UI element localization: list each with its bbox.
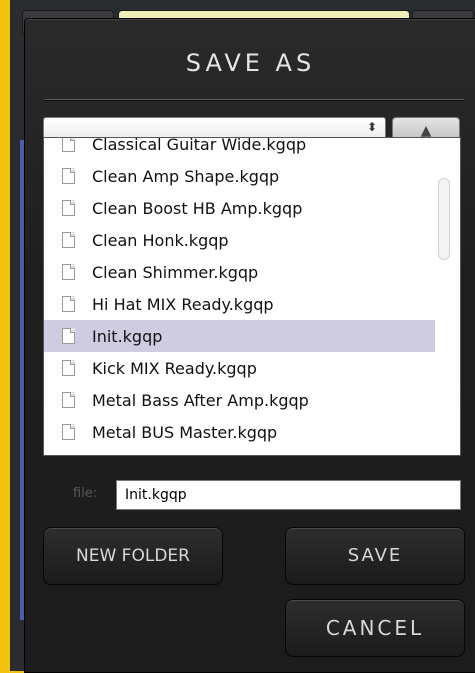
file-list-item[interactable]: Metal Bass After Amp.kgqp — [44, 384, 435, 416]
title-divider-shadow — [45, 100, 464, 101]
document-icon — [62, 296, 75, 312]
document-icon — [62, 424, 75, 440]
file-name-input[interactable] — [116, 480, 461, 510]
file-name: Hi Hat MIX Ready.kgqp — [92, 294, 274, 314]
file-name: Clean Honk.kgqp — [92, 230, 229, 250]
cancel-button[interactable]: CANCEL — [285, 599, 465, 657]
file-list[interactable]: Classical Guitar Wide.kgqp Clean Amp Shap… — [43, 137, 461, 456]
file-list-item[interactable]: Init.kgqp — [44, 320, 435, 352]
document-icon — [62, 264, 75, 280]
save-as-dialog: SAVE AS ⬍ ▲ Classical Guitar Wide.kgqp Cl… — [24, 18, 475, 673]
document-icon — [62, 138, 75, 152]
file-list-item[interactable]: Clean Shimmer.kgqp — [44, 256, 435, 288]
document-icon — [62, 360, 75, 376]
save-button[interactable]: SAVE — [285, 527, 465, 585]
new-folder-button[interactable]: NEW FOLDER — [43, 527, 223, 585]
file-list-item[interactable]: Clean Amp Shape.kgqp — [44, 160, 435, 192]
file-list-item[interactable]: Metal BUS Master.kgqp — [44, 416, 435, 448]
document-icon — [62, 232, 75, 248]
select-arrows-icon: ⬍ — [366, 120, 377, 134]
document-icon — [62, 168, 75, 184]
file-list-item[interactable]: Clean Honk.kgqp — [44, 224, 435, 256]
file-name: Kick MIX Ready.kgqp — [92, 358, 257, 378]
file-name: Metal Bass After Amp.kgqp — [92, 390, 309, 410]
document-icon — [62, 328, 75, 344]
file-name: Clean Boost HB Amp.kgqp — [92, 198, 303, 218]
scrollbar-thumb[interactable] — [438, 178, 450, 260]
file-list-item[interactable]: Classical Guitar Wide.kgqp — [44, 137, 435, 160]
file-list-item[interactable]: Hi Hat MIX Ready.kgqp — [44, 288, 435, 320]
file-name: Init.kgqp — [92, 326, 163, 346]
file-field-label: file: — [73, 486, 98, 501]
file-name: Clean Amp Shape.kgqp — [92, 166, 280, 186]
dialog-title: SAVE AS — [185, 49, 316, 77]
document-icon — [62, 200, 75, 216]
file-list-item[interactable]: Kick MIX Ready.kgqp — [44, 352, 435, 384]
file-name: Metal BUS Master.kgqp — [92, 422, 278, 442]
document-icon — [62, 392, 75, 408]
file-name: Classical Guitar Wide.kgqp — [92, 137, 307, 154]
file-name: Clean Shimmer.kgqp — [92, 262, 259, 282]
file-list-item[interactable]: Clean Boost HB Amp.kgqp — [44, 192, 435, 224]
